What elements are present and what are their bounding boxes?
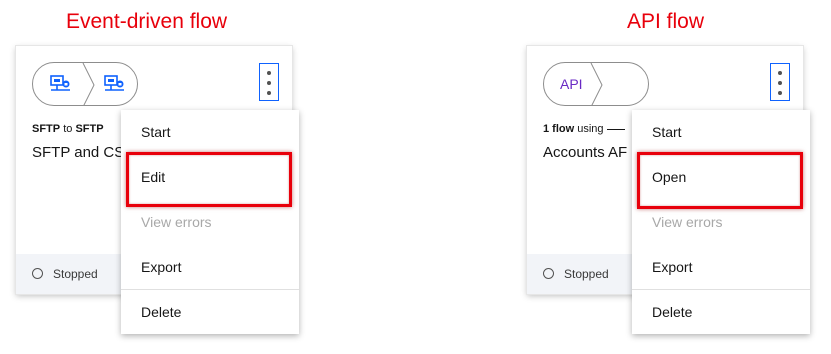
- menu-item-export[interactable]: Export: [121, 245, 299, 290]
- overflow-dot: [778, 91, 782, 95]
- flow-name: SFTP and CS: [32, 144, 125, 161]
- overflow-menu-button[interactable]: [259, 63, 279, 101]
- menu-item-export[interactable]: Export: [632, 245, 810, 290]
- flow-count: 1 flow: [543, 123, 575, 135]
- overflow-dot: [267, 91, 271, 95]
- truncation-line: [606, 128, 625, 130]
- api-label: API: [560, 76, 583, 92]
- status-text: Stopped: [564, 267, 609, 281]
- highlight-box-open: [637, 152, 803, 209]
- overflow-menu-vertical-icon: [267, 71, 271, 75]
- connector-word: to: [63, 123, 73, 135]
- source-app: SFTP: [32, 123, 61, 135]
- menu-item-start[interactable]: Start: [121, 110, 299, 155]
- flow-name: Accounts AF: [543, 144, 628, 161]
- flow-summary: 1 flow using: [543, 123, 625, 135]
- status-stopped-icon: [543, 268, 554, 279]
- menu-item-delete[interactable]: Delete: [121, 290, 299, 335]
- sftp-target-icon: [104, 75, 124, 91]
- overflow-dot: [778, 81, 782, 85]
- overflow-menu: Start Open View errors Export Delete: [632, 110, 810, 334]
- api-flow-heading: API flow: [627, 10, 705, 33]
- menu-item-delete[interactable]: Delete: [632, 290, 810, 335]
- using-word: using: [577, 123, 604, 135]
- menu-item-start[interactable]: Start: [632, 110, 810, 155]
- sftp-source-icon: [50, 75, 70, 91]
- overflow-menu: Start Edit View errors Export Delete: [121, 110, 299, 334]
- connector-pill: [32, 62, 138, 106]
- event-driven-flow-heading: Event-driven flow: [66, 10, 228, 33]
- status-text: Stopped: [53, 267, 98, 281]
- api-pill: API: [543, 62, 649, 106]
- highlight-box-edit: [126, 152, 292, 207]
- target-app: SFTP: [75, 123, 104, 135]
- overflow-menu-button[interactable]: [770, 63, 790, 101]
- overflow-menu-vertical-icon: [778, 71, 782, 75]
- overflow-dot: [267, 81, 271, 85]
- flow-summary: SFTP to SFTP: [32, 123, 104, 135]
- status-stopped-icon: [32, 268, 43, 279]
